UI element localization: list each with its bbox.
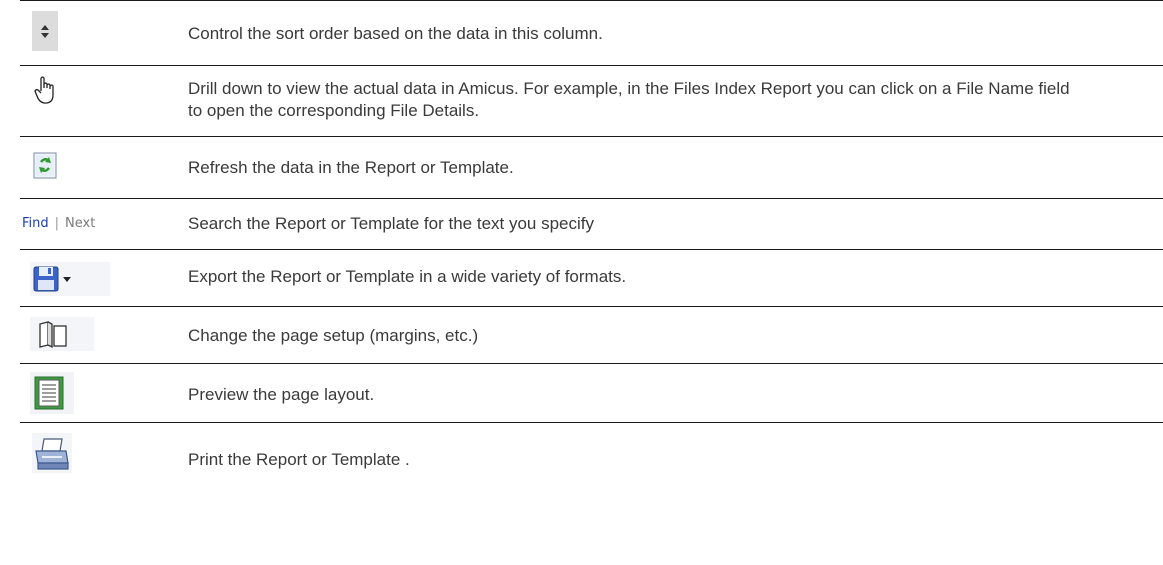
row-description: Print the Report or Template . <box>188 450 410 469</box>
icon-cell <box>20 364 170 422</box>
table-row: Control the sort order based on the data… <box>20 0 1163 66</box>
find-separator: | <box>54 216 60 231</box>
table-row: Print the Report or Template . <box>20 423 1163 493</box>
find-next-links: Find | Next <box>22 214 95 232</box>
icon-cell: Find | Next <box>20 199 170 249</box>
sort-arrows-icon[interactable] <box>32 11 58 51</box>
icon-cell <box>20 66 170 136</box>
row-description: Export the Report or Template in a wide … <box>188 267 627 286</box>
icon-cell <box>20 137 170 198</box>
icon-cell <box>20 423 170 493</box>
icon-reference-table: Control the sort order based on the data… <box>20 0 1163 493</box>
row-description: Preview the page layout. <box>188 385 375 404</box>
hand-pointer-icon <box>34 76 58 106</box>
table-row: Preview the page layout. <box>20 364 1163 423</box>
refresh-icon[interactable] <box>32 148 58 182</box>
row-description: Drill down to view the actual data in Am… <box>188 79 1070 120</box>
row-description: Search the Report or Template for the te… <box>188 214 595 233</box>
save-dropdown-icon[interactable] <box>30 262 110 296</box>
row-description: Control the sort order based on the data… <box>188 24 603 43</box>
table-row: Export the Report or Template in a wide … <box>20 250 1163 307</box>
page-setup-icon[interactable] <box>30 317 94 351</box>
table-row: Drill down to view the actual data in Am… <box>20 66 1163 137</box>
table-row: Refresh the data in the Report or Templa… <box>20 137 1163 199</box>
table-row: Change the page setup (margins, etc.) <box>20 307 1163 364</box>
next-link[interactable]: Next <box>65 216 95 231</box>
find-link[interactable]: Find <box>22 216 49 231</box>
row-description: Change the page setup (margins, etc.) <box>188 326 479 345</box>
printer-icon[interactable] <box>32 433 72 473</box>
icon-cell <box>20 307 170 363</box>
print-preview-icon[interactable] <box>30 372 74 414</box>
icon-cell <box>20 250 170 306</box>
table-row: Find | Next Search the Report or Template … <box>20 199 1163 250</box>
icon-cell <box>20 1 170 65</box>
row-description: Refresh the data in the Report or Templa… <box>188 158 514 177</box>
